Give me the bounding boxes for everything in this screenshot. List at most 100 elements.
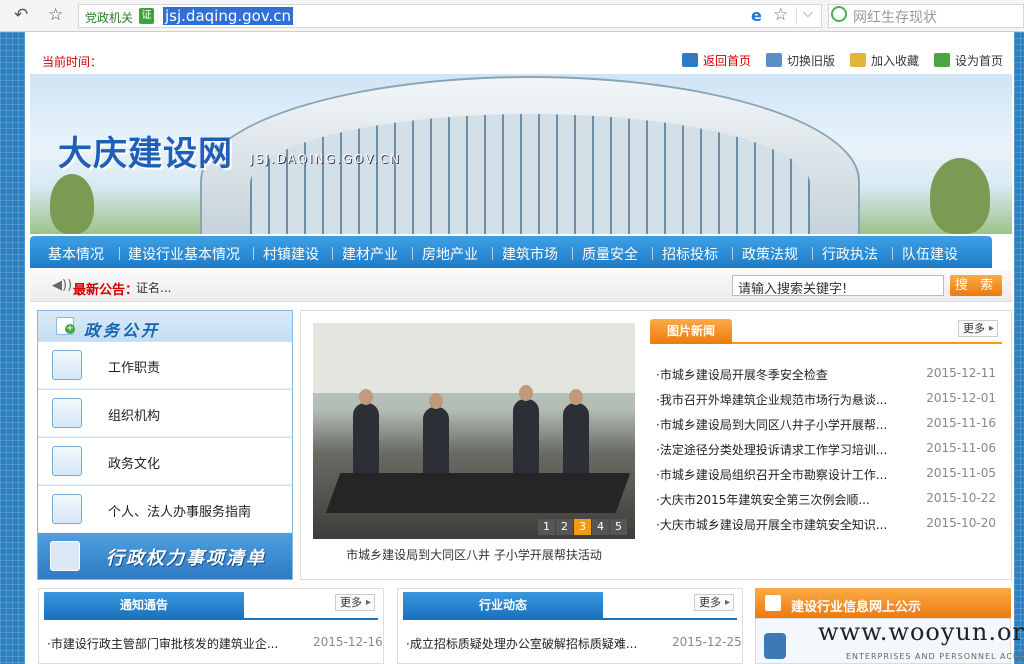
slide-page-3[interactable]: 3 [574,519,591,535]
public-info-title[interactable]: 建设行业信息网上公示 [791,596,921,615]
certificate-icon[interactable]: 证 [139,8,154,24]
nav-item-building-materials[interactable]: 建材产业 [342,244,398,264]
speaker-icon: ◀)) [52,278,73,293]
url-text[interactable]: jsj.daqing.gov.cn [163,7,294,25]
document-icon [52,446,82,476]
address-bar[interactable]: 党政机关 证 jsj.daqing.gov.cn e ☆ ⌵ [78,4,822,28]
nav-divider [492,247,493,260]
photo-person [563,389,589,483]
nav-divider [812,247,813,260]
notices-more-button[interactable]: 更多 [335,594,375,611]
list-item[interactable]: ·法定途径分类处理投诉请求工作学习培训... 2015-11-06 [656,441,1002,458]
panel-item-label[interactable]: 个人、法人办事服务指南 [108,501,251,520]
nav-item-law-enforcement[interactable]: 行政执法 [822,244,878,264]
panel-item-service-guide[interactable]: 个人、法人办事服务指南 [38,485,292,532]
slideshow-caption[interactable]: 市城乡建设局到大同区八井 子小学开展帮扶活动 [313,546,635,563]
slide-page-1[interactable]: 1 [538,519,555,535]
photo-person [513,385,539,479]
panel-item-label[interactable]: 政务文化 [108,453,160,472]
photo-person [353,389,379,483]
list-item[interactable]: ·市城乡建设局到大同区八井子小学开展帮... 2015-11-16 [656,416,1002,433]
computer-add-icon [50,541,80,571]
industry-more-button[interactable]: 更多 [694,594,734,611]
top-utility-bar: 当前时间： 2015年12月20日 星期六 返回首页 切换旧版 加入收藏 设为首… [30,46,1012,74]
nav-item-basic-info[interactable]: 基本情况 [48,244,104,264]
list-item[interactable]: ·市城乡建设局组织召开全市勘察设计工作... 2015-11-05 [656,466,1002,483]
current-time-value: 2015年12月20日 星期六 [115,55,252,69]
panel-item-duties[interactable]: 工作职责 [38,341,292,388]
chevron-down-icon[interactable]: ⌵ [803,6,813,21]
nav-item-real-estate[interactable]: 房地产业 [422,244,478,264]
tab-industry-news[interactable]: 行业动态 [403,592,603,618]
nav-item-industry-info[interactable]: 建设行业基本情况 [128,244,240,264]
switch-version-icon [766,53,782,67]
right-background-pattern [1014,32,1024,664]
nav-item-bidding[interactable]: 招标投标 [662,244,718,264]
notepad-pencil-icon [52,350,82,380]
computer-add-icon [52,494,82,524]
nav-divider [892,247,893,260]
link-old-version[interactable]: 切换旧版 [766,52,835,69]
tab-underline [403,618,737,620]
link-home[interactable]: 返回首页 [682,52,751,69]
link-set-homepage[interactable]: 设为首页 [934,52,1003,69]
nav-divider [572,247,573,260]
panel-title: 政务公开 [84,321,161,340]
browser-toolbar: ↶ ☆ 党政机关 证 jsj.daqing.gov.cn e ☆ ⌵ 网红生存现… [0,0,1024,32]
nav-divider [412,247,413,260]
slide-page-5[interactable]: 5 [610,519,627,535]
power-list-link[interactable]: 行政权力事项清单 [38,533,292,579]
power-list-label[interactable]: 行政权力事项清单 [106,544,266,570]
list-item[interactable]: ·成立招标质疑处理办公室破解招标质疑难... 2015-12-25 [406,635,742,652]
news-slideshow-photo[interactable] [313,323,635,539]
announcement-text[interactable]: 证名... [136,279,171,296]
photo-news-header: 图片新闻 更多 [650,319,1002,344]
panel-item-culture[interactable]: 政务文化 [38,437,292,484]
public-info-header[interactable]: 建设行业信息网上公示 [755,588,1011,618]
nav-item-construction-market[interactable]: 建筑市场 [502,244,558,264]
announcement-label: 最新公告： [73,283,139,298]
photo-news-more-button[interactable]: 更多 [958,320,998,337]
list-item[interactable]: ·大庆市城乡建设局开展全市建筑安全知识... 2015-10-20 [656,516,1002,533]
slide-page-2[interactable]: 2 [556,519,573,535]
list-item[interactable]: ·大庆市2015年建筑安全第三次例会顺... 2015-10-22 [656,491,1002,508]
tab-photo-news[interactable]: 图片新闻 [650,319,732,344]
search-placeholder: 网红生存现状 [853,10,937,26]
tab-notices[interactable]: 通知通告 [44,592,244,618]
org-chart-icon [52,398,82,428]
site-logo[interactable]: 大庆建设网 [58,126,233,175]
site-search-input[interactable]: 请输入搜索关键字! [732,275,944,297]
nav-item-village-construction[interactable]: 村镇建设 [263,244,319,264]
nav-item-policy-regulations[interactable]: 政策法规 [742,244,798,264]
favorite-star-icon[interactable]: ☆ [48,5,63,25]
list-item[interactable]: ·我市召开外埠建筑企业规范市场行为悬谈... 2015-12-01 [656,391,1002,408]
list-item[interactable]: ·市城乡建设局开展冬季安全检查 2015-12-11 [656,366,1002,383]
nav-item-team-building[interactable]: 队伍建设 [902,244,958,264]
nav-divider [119,247,120,260]
nav-item-quality-safety[interactable]: 质量安全 [582,244,638,264]
header-banner: 大庆建设网 JSJ.DAQING.GOV.CN [30,74,1012,234]
tab-underline [44,618,378,620]
list-item[interactable]: ·市建设行政主管部门审批核发的建筑业企... 2015-12-16 [47,635,383,652]
back-icon[interactable]: ↶ [14,5,28,25]
site-logo-url: JSJ.DAQING.GOV.CN [250,152,401,166]
slideshow-pagination: 12345 [538,519,628,535]
ie-engine-icon[interactable]: e [751,6,762,25]
current-time-label: 当前时间： [42,55,103,69]
browser-search-box[interactable]: 网红生存现状 [828,4,1024,28]
home-icon [682,53,698,67]
bookmark-star-icon[interactable]: ☆ [773,5,788,25]
nav-divider [332,247,333,260]
search-button[interactable]: 搜 索 [950,275,1002,296]
public-info-icon [765,595,781,611]
favorite-folder-icon [850,53,866,67]
photo-wall [313,323,635,393]
slide-page-4[interactable]: 4 [592,519,609,535]
panel-item-label[interactable]: 组织机构 [108,405,160,424]
notices-box: 通知通告 更多 ·市建设行政主管部门审批核发的建筑业企...2015-12-16 [38,588,384,664]
link-add-favorite[interactable]: 加入收藏 [850,52,919,69]
panel-item-organization[interactable]: 组织机构 [38,389,292,436]
nav-divider [732,247,733,260]
add-document-icon [56,317,75,335]
panel-item-label[interactable]: 工作职责 [108,357,160,376]
